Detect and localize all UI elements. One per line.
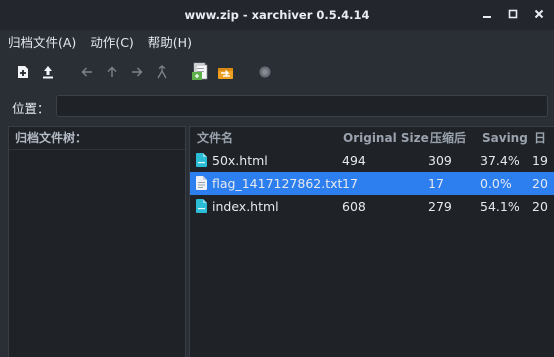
- file-date: 19: [532, 153, 548, 168]
- location-label: 位置：: [12, 100, 50, 116]
- compressed-size: 17: [428, 176, 444, 191]
- extract-button[interactable]: [215, 61, 237, 83]
- saving-percent: 0.0%: [480, 176, 512, 191]
- new-archive-button[interactable]: [12, 61, 34, 83]
- file-name: flag_1417127862.txt: [212, 176, 343, 191]
- back-arrow-icon: [81, 67, 92, 77]
- open-archive-icon: [43, 66, 53, 79]
- archive-tree-pane[interactable]: 归档文件树：: [8, 126, 186, 357]
- back-button[interactable]: [76, 61, 98, 83]
- window-title: www.zip - xarchiver 0.5.4.14: [184, 8, 370, 22]
- original-size: 608: [342, 199, 366, 214]
- open-archive-button[interactable]: [37, 61, 59, 83]
- xarchiver-window: www.zip - xarchiver 0.5.4.14 归档文件(A) 动作(…: [0, 0, 554, 357]
- compressed-size: 309: [428, 153, 452, 168]
- title-bar[interactable]: www.zip - xarchiver 0.5.4.14: [0, 0, 554, 30]
- file-name: index.html: [212, 199, 279, 214]
- menu-bar: 归档文件(A) 动作(C) 帮助(H): [8, 31, 192, 51]
- stop-button[interactable]: [254, 61, 276, 83]
- file-name: 50x.html: [212, 153, 268, 168]
- forward-arrow-icon: [132, 67, 143, 77]
- close-icon: [534, 9, 544, 19]
- table-row[interactable]: index.html 608 279 54.1% 20: [190, 195, 554, 218]
- close-button[interactable]: [532, 6, 546, 22]
- up-button[interactable]: [101, 61, 123, 83]
- up-arrow-icon: [107, 66, 117, 77]
- menu-help[interactable]: 帮助(H): [148, 32, 192, 51]
- window-controls: [480, 6, 546, 22]
- location-input[interactable]: [56, 95, 548, 117]
- menu-action[interactable]: 动作(C): [90, 32, 133, 51]
- column-header-original-size[interactable]: Original Size: [343, 127, 429, 149]
- maximize-button[interactable]: [506, 6, 520, 22]
- add-files-button[interactable]: [190, 61, 212, 83]
- toolbar: [12, 58, 279, 86]
- add-files-icon: [192, 62, 208, 80]
- file-date: 20: [532, 199, 548, 214]
- forward-button[interactable]: [126, 61, 148, 83]
- file-list-pane[interactable]: 文件名 Original Size 压缩后 Saving 日 50x.html …: [189, 126, 554, 357]
- home-icon: [157, 65, 167, 79]
- extract-icon: [218, 68, 233, 79]
- saving-percent: 54.1%: [480, 199, 520, 214]
- new-archive-icon: [18, 66, 28, 78]
- column-header-compressed[interactable]: 压缩后: [430, 127, 466, 149]
- menu-archive[interactable]: 归档文件(A): [8, 32, 76, 51]
- original-size: 17: [342, 176, 358, 191]
- html-file-icon: [196, 153, 207, 167]
- file-date: 20: [532, 176, 548, 191]
- text-file-icon: [196, 176, 207, 190]
- html-file-icon: [196, 199, 207, 213]
- column-header-date[interactable]: 日: [534, 127, 546, 149]
- saving-percent: 37.4%: [480, 153, 520, 168]
- compressed-size: 279: [428, 199, 452, 214]
- minimize-icon: [483, 16, 491, 18]
- table-row[interactable]: 50x.html 494 309 37.4% 19: [190, 149, 554, 172]
- stop-icon: [259, 66, 271, 78]
- minimize-button[interactable]: [480, 6, 494, 22]
- home-button[interactable]: [151, 61, 173, 83]
- original-size: 494: [342, 153, 366, 168]
- column-header-saving[interactable]: Saving: [482, 127, 528, 149]
- maximize-icon: [508, 9, 518, 19]
- column-header-name[interactable]: 文件名: [197, 127, 233, 149]
- location-bar: 位置：: [0, 92, 554, 122]
- archive-tree-header: 归档文件树：: [9, 127, 185, 150]
- table-row[interactable]: flag_1417127862.txt 17 17 0.0% 20: [190, 172, 554, 195]
